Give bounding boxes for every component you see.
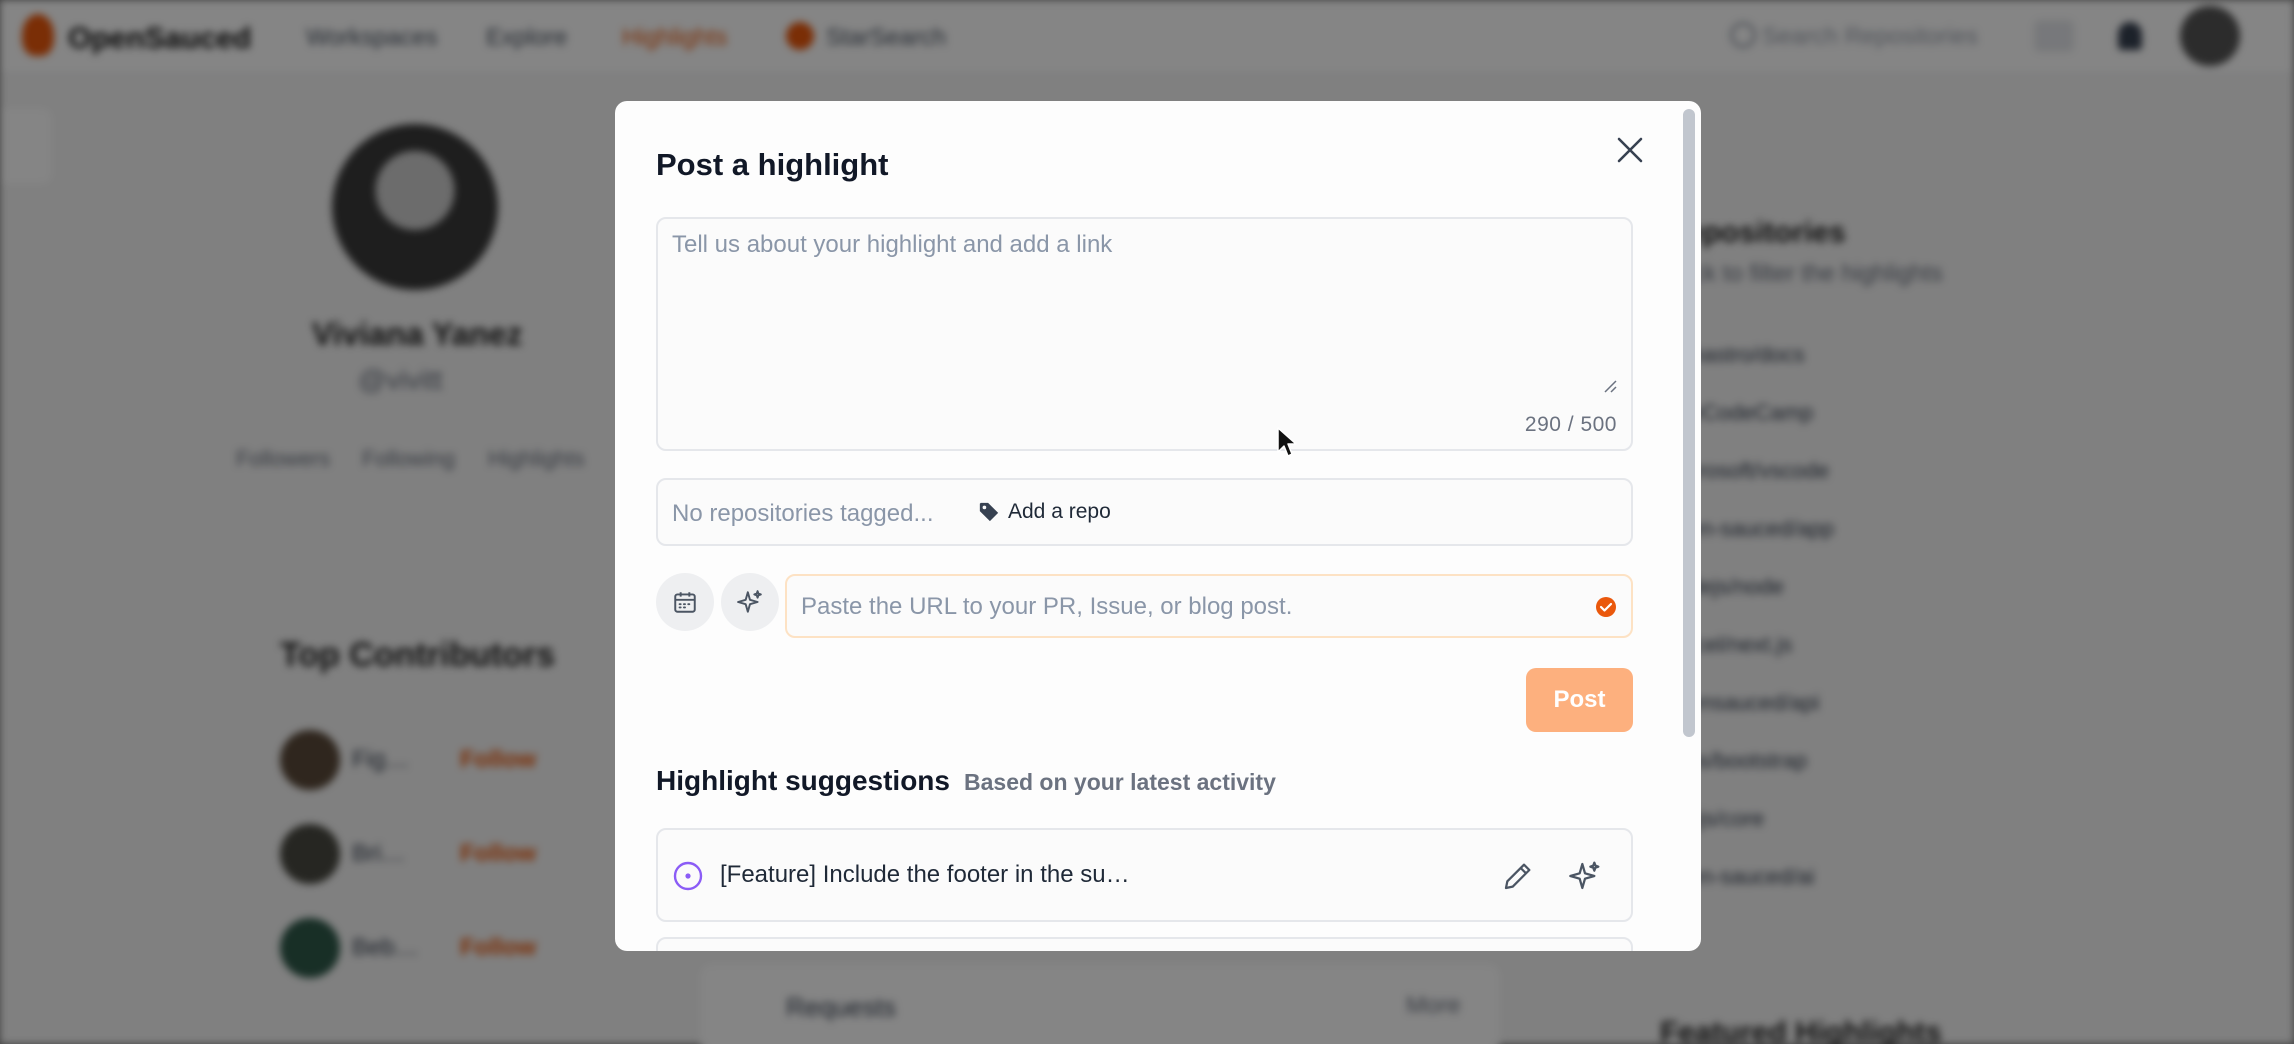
mouse-cursor-icon xyxy=(1277,427,1297,457)
add-repo-button[interactable]: Add a repo xyxy=(978,500,1111,524)
ai-generate-button[interactable] xyxy=(721,573,779,631)
pencil-icon xyxy=(1504,863,1531,890)
edit-suggestion-button[interactable] xyxy=(1498,856,1538,896)
resize-handle-icon[interactable] xyxy=(1603,379,1617,393)
add-repo-label: Add a repo xyxy=(1008,500,1111,523)
tag-icon xyxy=(979,502,999,522)
modal-title: Post a highlight xyxy=(656,147,889,182)
highlight-textarea[interactable] xyxy=(672,231,1618,401)
check-circle-icon xyxy=(1596,597,1616,617)
post-button[interactable]: Post xyxy=(1526,668,1633,732)
suggestions-title: Highlight suggestions xyxy=(656,765,950,796)
post-highlight-modal: Post a highlight 290 / 500 No repositori… xyxy=(615,101,1701,951)
suggestion-item[interactable]: [Feature] Include the footer in the su… xyxy=(656,828,1633,922)
sparkle-icon xyxy=(1569,861,1600,890)
date-picker-button[interactable] xyxy=(656,573,714,631)
suggestion-text: [Feature] Include the footer in the su… xyxy=(720,861,1130,888)
highlight-textarea-box: 290 / 500 xyxy=(656,217,1633,451)
char-count: 290 / 500 xyxy=(1524,413,1617,436)
url-input[interactable] xyxy=(801,590,1581,624)
close-button[interactable] xyxy=(1610,130,1650,170)
suggestion-item[interactable] xyxy=(656,937,1633,951)
modal-scrollbar[interactable] xyxy=(1683,109,1695,737)
close-icon xyxy=(1617,137,1643,163)
repo-placeholder: No repositories tagged... xyxy=(672,500,934,527)
repo-tag-box: No repositories tagged... Add a repo xyxy=(656,478,1633,546)
issue-open-icon xyxy=(673,861,703,891)
ai-suggestion-button[interactable] xyxy=(1565,856,1605,896)
suggestions-header: Highlight suggestions Based on your late… xyxy=(656,765,1276,797)
sparkle-icon xyxy=(737,590,762,613)
calendar-icon xyxy=(674,592,696,613)
url-input-box xyxy=(785,574,1633,638)
suggestions-subtitle: Based on your latest activity xyxy=(964,769,1276,795)
